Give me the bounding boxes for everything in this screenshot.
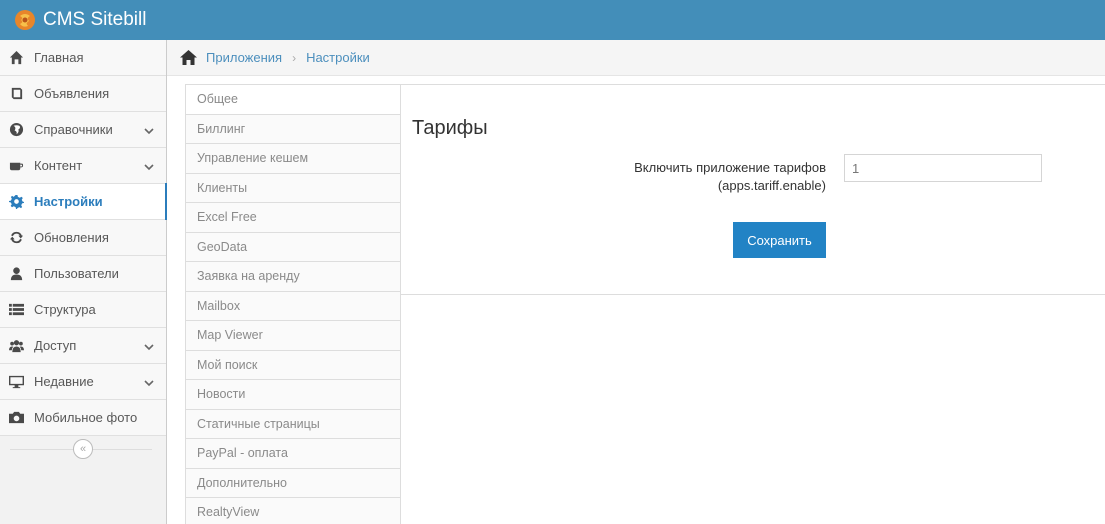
chevron-down-icon — [144, 124, 154, 135]
sidebar-item-mobile-photo[interactable]: Мобильное фото — [0, 400, 166, 436]
home-icon[interactable] — [180, 50, 197, 65]
settings-item-rent-request[interactable]: Заявка на аренду — [186, 262, 400, 292]
camera-icon — [8, 410, 24, 426]
settings-item-static-pages[interactable]: Статичные страницы — [186, 409, 400, 439]
double-chevron-left-icon[interactable]: « — [73, 439, 93, 459]
breadcrumb-separator: › — [292, 50, 297, 65]
user-icon — [8, 266, 24, 282]
settings-item-cache[interactable]: Управление кешем — [186, 144, 400, 174]
settings-item-paypal[interactable]: PayPal - оплата — [186, 439, 400, 469]
sidebar-item-label: Главная — [34, 50, 84, 65]
save-button[interactable]: Сохранить — [733, 222, 826, 258]
chevron-down-icon — [144, 376, 154, 387]
tariff-enable-label-key: (apps.tariff.enable) — [717, 178, 826, 193]
sidebar-collapse-row: « — [0, 436, 166, 462]
settings-item-general[interactable]: Общее — [186, 85, 400, 115]
tariff-enable-label-text: Включить приложение тарифов — [634, 160, 826, 175]
settings-item-news[interactable]: Новости — [186, 380, 400, 410]
sidebar-item-home[interactable]: Главная — [0, 40, 166, 76]
top-navbar: CMS Sitebill — [0, 0, 1105, 40]
settings-menu: Общее Биллинг Управление кешем Клиенты E… — [185, 84, 401, 524]
sidebar-item-recent[interactable]: Недавние — [0, 364, 166, 400]
sidebar-item-users[interactable]: Пользователи — [0, 256, 166, 292]
users-icon — [8, 338, 24, 354]
settings-panel: Тарифы Включить приложение тарифов (apps… — [401, 84, 1105, 295]
home-icon — [8, 50, 24, 66]
book-icon — [8, 86, 24, 102]
sidebar-item-label: Пользователи — [34, 266, 119, 281]
sidebar-item-label: Недавние — [34, 374, 94, 389]
coffee-icon — [8, 158, 24, 174]
sidebar-item-settings[interactable]: Настройки — [0, 183, 167, 220]
sidebar-item-updates[interactable]: Обновления — [0, 220, 166, 256]
sidebar-item-directories[interactable]: Справочники — [0, 112, 166, 148]
sidebar: Главная Объявления Справочники Контент Н… — [0, 40, 167, 524]
sidebar-item-label: Настройки — [34, 194, 103, 209]
chevron-down-icon — [144, 160, 154, 171]
breadcrumb-link-settings[interactable]: Настройки — [306, 50, 370, 65]
settings-item-my-search[interactable]: Мой поиск — [186, 350, 400, 380]
tariff-enable-label: Включить приложение тарифов (apps.tariff… — [581, 159, 826, 195]
sidebar-item-content[interactable]: Контент — [0, 148, 166, 184]
settings-item-additional[interactable]: Дополнительно — [186, 468, 400, 498]
sidebar-item-label: Обновления — [34, 230, 109, 245]
sidebar-item-label: Контент — [34, 158, 83, 173]
sidebar-item-structure[interactable]: Структура — [0, 292, 166, 328]
list-icon — [8, 302, 24, 318]
settings-item-realtyview[interactable]: RealtyView — [186, 498, 400, 524]
sidebar-item-access[interactable]: Доступ — [0, 328, 166, 364]
sidebar-item-label: Структура — [34, 302, 96, 317]
sidebar-item-label: Объявления — [34, 86, 110, 101]
cog-icon — [8, 194, 24, 210]
chevron-down-icon — [144, 340, 154, 351]
settings-item-billing[interactable]: Биллинг — [186, 114, 400, 144]
sitebill-logo-icon — [15, 10, 35, 30]
settings-item-clients[interactable]: Клиенты — [186, 173, 400, 203]
sidebar-item-label: Доступ — [34, 338, 77, 353]
breadcrumb-link-applications[interactable]: Приложения — [206, 50, 282, 65]
brand[interactable]: CMS Sitebill — [14, 9, 146, 31]
settings-item-mailbox[interactable]: Mailbox — [186, 291, 400, 321]
brand-name: CMS Sitebill — [43, 9, 147, 30]
desktop-icon — [8, 374, 24, 390]
sidebar-item-label: Справочники — [34, 122, 113, 137]
sidebar-item-label: Мобильное фото — [34, 410, 138, 425]
sidebar-item-listings[interactable]: Объявления — [0, 76, 166, 112]
settings-item-geodata[interactable]: GeoData — [186, 232, 400, 262]
page-title: Тарифы — [412, 117, 488, 139]
refresh-icon — [8, 230, 24, 246]
breadcrumb: Приложения › Настройки — [167, 40, 1105, 76]
tariff-enable-input[interactable] — [844, 154, 1042, 182]
globe-icon — [8, 122, 24, 138]
settings-item-map-viewer[interactable]: Map Viewer — [186, 321, 400, 351]
settings-item-excel-free[interactable]: Excel Free — [186, 203, 400, 233]
